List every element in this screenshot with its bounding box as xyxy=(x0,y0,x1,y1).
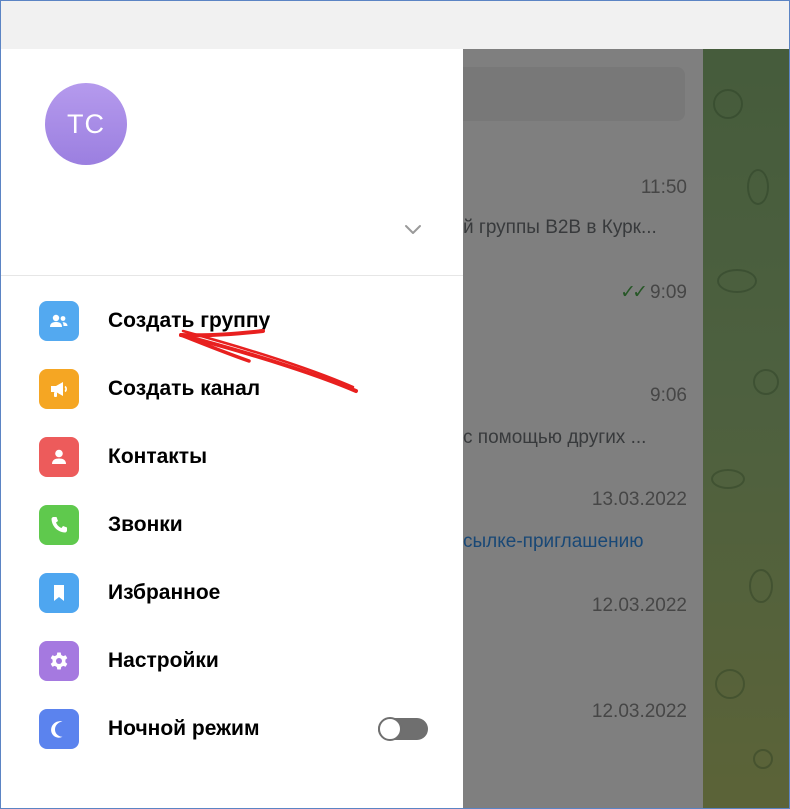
moon-icon xyxy=(39,709,79,749)
avatar[interactable]: TC xyxy=(45,83,127,165)
menu-item-create-channel[interactable]: Создать канал xyxy=(1,355,463,423)
menu-item-create-group[interactable]: Создать группу xyxy=(1,287,463,355)
menu-item-saved[interactable]: Избранное xyxy=(1,559,463,627)
menu-item-label: Контакты xyxy=(108,445,208,468)
menu-item-label: Звонки xyxy=(108,513,183,536)
contact-icon xyxy=(39,437,79,477)
group-icon xyxy=(39,301,79,341)
menu-item-label: Создать группу xyxy=(108,309,271,332)
divider xyxy=(1,275,463,276)
side-drawer: TC Создать группу Создать канал Контакты xyxy=(1,49,463,808)
megaphone-icon xyxy=(39,369,79,409)
chevron-down-icon[interactable] xyxy=(401,217,425,241)
menu-item-night-mode[interactable]: Ночной режим xyxy=(1,695,463,763)
title-bar xyxy=(1,1,789,49)
menu-item-settings[interactable]: Настройки xyxy=(1,627,463,695)
menu-item-label: Избранное xyxy=(108,581,221,604)
phone-icon xyxy=(39,505,79,545)
menu-item-contacts[interactable]: Контакты xyxy=(1,423,463,491)
menu-item-label: Настройки xyxy=(108,649,219,672)
menu-item-label: Ночной режим xyxy=(108,717,260,740)
app-window: 11:50 й группы B2B в Курк... ✓✓9:09 9:06… xyxy=(0,0,790,809)
menu-item-label: Создать канал xyxy=(108,377,261,400)
bookmark-icon xyxy=(39,573,79,613)
menu-item-calls[interactable]: Звонки xyxy=(1,491,463,559)
toggle-knob xyxy=(378,717,402,741)
gear-icon xyxy=(39,641,79,681)
night-mode-toggle[interactable] xyxy=(378,717,428,741)
